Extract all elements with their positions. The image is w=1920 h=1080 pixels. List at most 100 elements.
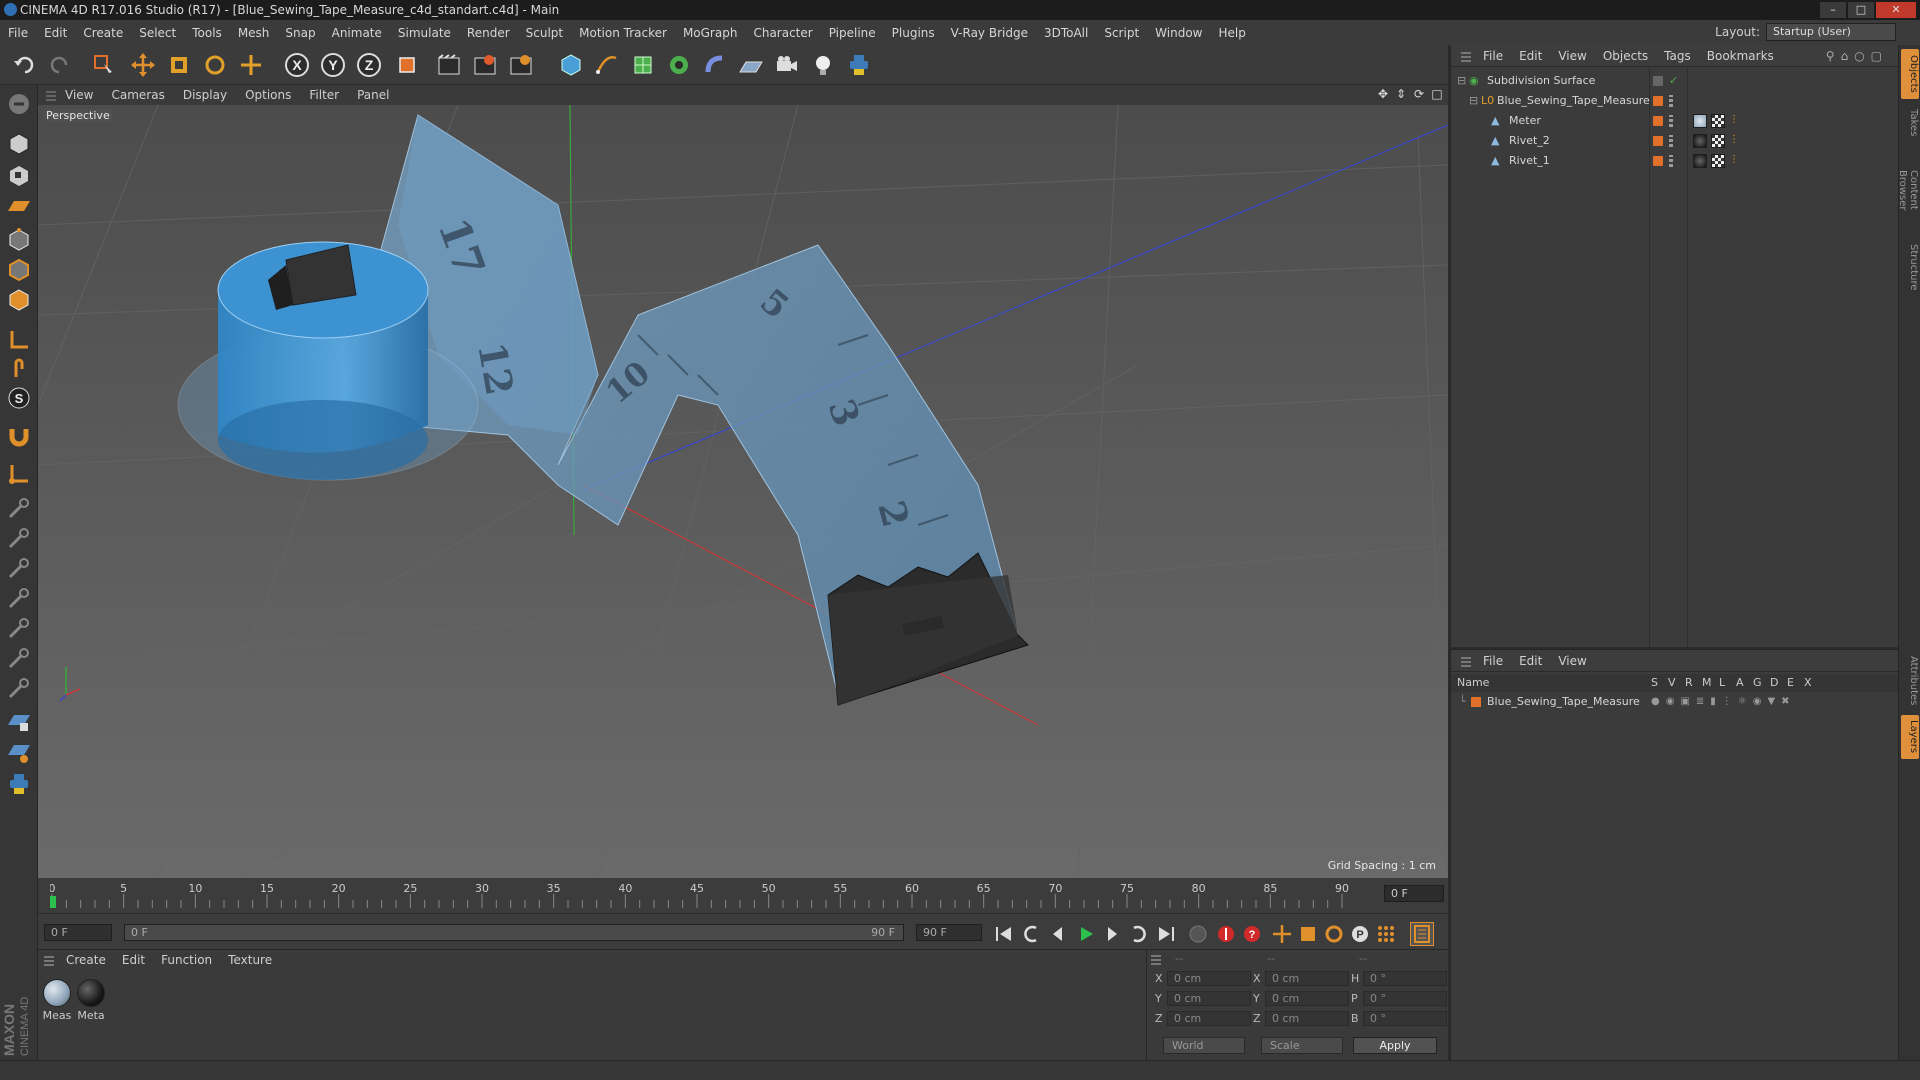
points-mode-icon[interactable] (3, 225, 35, 255)
z-axis-lock-icon[interactable]: Z (354, 50, 384, 80)
material-menu-create[interactable]: Create (58, 953, 114, 967)
layer-color-icon[interactable] (1653, 96, 1663, 106)
floor-scene-icon[interactable] (736, 50, 766, 80)
rot-p-field[interactable]: 0 ° (1363, 991, 1447, 1006)
enabled-check-icon[interactable]: ✓ (1669, 71, 1678, 91)
objects-menu-objects[interactable]: Objects (1595, 49, 1656, 63)
layout-dropdown[interactable]: Startup (User) (1766, 23, 1896, 41)
camera-icon[interactable] (772, 50, 802, 80)
cloner-icon[interactable] (664, 50, 694, 80)
tab-structure[interactable]: Structure (1901, 239, 1919, 295)
menu-snap[interactable]: Snap (277, 26, 323, 40)
layer-color-icon[interactable] (1653, 156, 1663, 166)
texture-tag-icon[interactable] (1711, 114, 1725, 128)
material-swatch[interactable]: Meas (42, 979, 72, 1022)
go-to-end-icon[interactable] (1154, 922, 1178, 946)
rotate-tool-icon[interactable] (200, 50, 230, 80)
objects-menu-bookmarks[interactable]: Bookmarks (1699, 49, 1782, 63)
tweak-mode-icon[interactable] (3, 353, 35, 383)
menu-simulate[interactable]: Simulate (390, 26, 459, 40)
menu-render[interactable]: Render (459, 26, 518, 40)
timeline[interactable]: 0 5 10 15 20 25 30 35 40 45 50 55 60 65 70 75 80 85 90 0 F (38, 878, 1448, 913)
material-tag-icon[interactable] (1693, 114, 1707, 128)
go-to-start-icon[interactable] (992, 922, 1016, 946)
rot-h-field[interactable]: 0 ° (1363, 971, 1447, 986)
sculpt-brush-3-icon[interactable] (3, 553, 35, 583)
start-frame-field[interactable]: 0 F (44, 924, 112, 941)
material-tag-icon[interactable] (1693, 154, 1707, 168)
texture-tag-icon[interactable] (1711, 134, 1725, 148)
next-keyframe-icon[interactable] (1126, 922, 1150, 946)
texture-tag-icon[interactable] (1711, 154, 1725, 168)
column-generators[interactable]: G (1753, 674, 1762, 692)
timeline-view-icon[interactable] (1410, 922, 1434, 946)
menu-mesh[interactable]: Mesh (230, 26, 278, 40)
tab-takes[interactable]: Takes (1901, 103, 1919, 143)
pos-y-field[interactable]: 0 cm (1167, 991, 1251, 1006)
column-render[interactable]: R (1685, 674, 1693, 692)
panel-grip-icon[interactable] (1151, 953, 1161, 965)
objects-menu-view[interactable]: View (1550, 49, 1594, 63)
previous-frame-icon[interactable] (1046, 922, 1070, 946)
tab-content-browser[interactable]: Content Browser (1897, 145, 1919, 235)
size-y-field[interactable]: 0 cm (1265, 991, 1349, 1006)
menu-mograph[interactable]: MoGraph (675, 26, 746, 40)
material-menu-edit[interactable]: Edit (114, 953, 153, 967)
tab-attributes[interactable]: Attributes (1901, 651, 1919, 711)
material-menu-texture[interactable]: Texture (220, 953, 280, 967)
subdivision-surface-icon[interactable] (628, 50, 658, 80)
key-parameter-icon[interactable]: P (1348, 922, 1372, 946)
layer-color-icon[interactable] (1471, 697, 1481, 707)
tab-objects[interactable]: Objects (1901, 49, 1919, 99)
size-z-field[interactable]: 0 cm (1265, 1011, 1349, 1026)
phong-tag-icon[interactable]: ⋮ (1729, 114, 1743, 128)
keyframe-record-icon[interactable] (1186, 922, 1210, 946)
autokey-icon[interactable]: ? (1240, 922, 1264, 946)
current-frame-field[interactable]: 0 F (1384, 885, 1444, 902)
collapse-toggle-icon[interactable]: ⊟ (1457, 71, 1466, 91)
objects-menu-edit[interactable]: Edit (1511, 49, 1550, 63)
objects-menu-tags[interactable]: Tags (1656, 49, 1699, 63)
sculpt-brush-2-icon[interactable] (3, 523, 35, 553)
menu-tools[interactable]: Tools (184, 26, 230, 40)
menu-edit[interactable]: Edit (36, 26, 75, 40)
column-solo[interactable]: S (1651, 674, 1658, 692)
render-view-icon[interactable] (434, 50, 464, 80)
timeline-ruler[interactable]: 0 5 10 15 20 25 30 35 40 45 50 55 60 65 70 75 80 85 90 (50, 882, 1370, 908)
scale-tool-icon[interactable] (164, 50, 194, 80)
texture-mode-icon[interactable] (3, 161, 35, 191)
sculpt-brush-7-icon[interactable] (3, 673, 35, 703)
record-active-icon[interactable] (1214, 922, 1238, 946)
layer-color-icon[interactable] (1653, 76, 1663, 86)
axis-mode-icon[interactable] (3, 325, 35, 355)
python-icon[interactable] (3, 769, 35, 799)
menu-select[interactable]: Select (131, 26, 184, 40)
previous-keyframe-icon[interactable] (1020, 922, 1044, 946)
pos-x-field[interactable]: 0 cm (1167, 971, 1251, 986)
panel-grip-icon[interactable] (1461, 49, 1471, 62)
move-tool-icon[interactable] (128, 50, 158, 80)
sculpt-brush-6-icon[interactable] (3, 643, 35, 673)
key-rotation-icon[interactable] (1322, 922, 1346, 946)
layer-row[interactable]: └ Blue_Sewing_Tape_Measure ●◉▣≣▮⋮⚛◉▼✖ (1451, 692, 1899, 712)
object-row-rivet-2[interactable]: ▲ Rivet_2 ⋮ (1451, 131, 1899, 151)
make-editable-icon[interactable] (3, 89, 35, 119)
viewport-menu-display[interactable]: Display (174, 88, 236, 102)
panel-grip-icon[interactable] (1461, 654, 1471, 667)
workplane-axis-icon[interactable] (3, 459, 35, 489)
maximize-button[interactable]: □ (1848, 2, 1874, 18)
menu-animate[interactable]: Animate (324, 26, 390, 40)
viewport-menu-panel[interactable]: Panel (348, 88, 398, 102)
y-axis-lock-icon[interactable]: Y (318, 50, 348, 80)
menu-create[interactable]: Create (75, 26, 131, 40)
polygons-mode-icon[interactable] (3, 285, 35, 315)
viewport-zoom-icon[interactable]: ⇕ (1394, 87, 1408, 101)
transform-tool-icon[interactable] (236, 50, 266, 80)
size-mode-dropdown[interactable]: Scale (1261, 1037, 1343, 1054)
perspective-viewport[interactable]: 17 12 10 5 3 2 Perspective Grid Spacing (38, 105, 1448, 878)
coordinate-system-icon[interactable] (392, 50, 422, 80)
magnet-icon[interactable] (3, 421, 35, 451)
minimize-button[interactable]: – (1820, 2, 1846, 18)
panel-grip-icon[interactable] (44, 954, 54, 966)
close-button[interactable]: ✕ (1876, 2, 1916, 18)
